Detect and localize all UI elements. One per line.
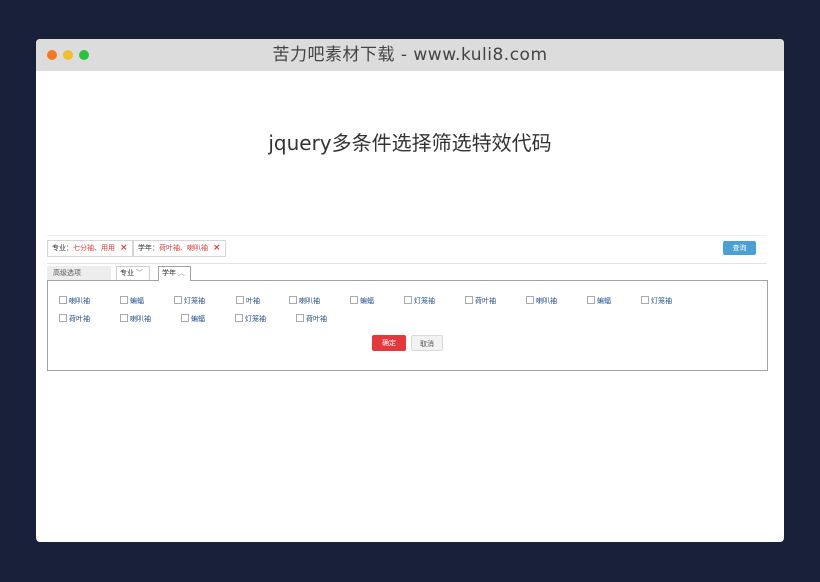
option-checkbox[interactable]: 荷叶袖 xyxy=(465,296,496,305)
option-checkbox[interactable]: 荷叶袖 xyxy=(296,314,327,323)
checkbox-icon[interactable] xyxy=(59,296,67,304)
option-label: 荷叶袖 xyxy=(69,315,90,323)
search-button[interactable]: 查询 xyxy=(723,241,756,255)
option-label: 喇叭袖 xyxy=(536,297,557,305)
option-label: 喇叭袖 xyxy=(69,297,90,305)
filter-chip-major[interactable]: 专业：七分袖、用用 × xyxy=(47,240,133,257)
checkbox-icon[interactable] xyxy=(526,296,534,304)
checkbox-icon[interactable] xyxy=(404,296,412,304)
option-label: 蝙蝠 xyxy=(191,315,205,323)
options-panel: 喇叭袖 蝙蝠 灯笼袖 叶袖 喇叭袖 蝙蝠 灯笼袖 荷叶袖 喇叭袖 蝙蝠 灯笼袖 … xyxy=(47,280,768,371)
page-title: jquery多条件选择筛选特效代码 xyxy=(268,131,552,155)
checkbox-icon[interactable] xyxy=(587,296,595,304)
option-label: 蝙蝠 xyxy=(597,297,611,305)
option-checkbox[interactable]: 喇叭袖 xyxy=(526,296,557,305)
checkbox-icon[interactable] xyxy=(641,296,649,304)
option-label: 喇叭袖 xyxy=(130,315,151,323)
option-checkbox[interactable]: 蝙蝠 xyxy=(120,296,144,305)
option-checkbox[interactable]: 蝙蝠 xyxy=(587,296,611,305)
filter-chip-key: 学年： xyxy=(138,244,159,252)
checkbox-icon[interactable] xyxy=(289,296,297,304)
option-label: 蝙蝠 xyxy=(130,297,144,305)
checkbox-icon[interactable] xyxy=(465,296,473,304)
option-label: 灯笼袖 xyxy=(651,297,672,305)
option-checkbox[interactable]: 灯笼袖 xyxy=(174,296,205,305)
tab-year[interactable]: 学年 ︿ xyxy=(158,266,191,281)
option-label: 荷叶袖 xyxy=(306,315,327,323)
advanced-options-label: 高级选项 xyxy=(47,266,111,280)
option-checkbox[interactable]: 蝙蝠 xyxy=(181,314,205,323)
title-bar: 苦力吧素材下载 - www.kuli8.com xyxy=(36,39,784,71)
filter-chip-key: 专业： xyxy=(52,244,73,252)
filter-tabs: 高级选项 专业 ﹀ 学年 ︿ xyxy=(47,266,767,281)
option-label: 灯笼袖 xyxy=(184,297,205,305)
option-checkbox[interactable]: 灯笼袖 xyxy=(404,296,435,305)
checkbox-icon[interactable] xyxy=(120,296,128,304)
option-checkbox[interactable]: 喇叭袖 xyxy=(289,296,320,305)
cancel-button[interactable]: 取消 xyxy=(411,335,443,351)
chevron-down-icon: ﹀ xyxy=(136,269,143,277)
option-label: 灯笼袖 xyxy=(245,315,266,323)
checkbox-icon[interactable] xyxy=(235,314,243,322)
option-checkbox[interactable]: 灯笼袖 xyxy=(235,314,266,323)
checkbox-icon[interactable] xyxy=(59,314,67,322)
option-checkbox[interactable]: 蝙蝠 xyxy=(350,296,374,305)
checkbox-icon[interactable] xyxy=(350,296,358,304)
selected-filters-bar: 专业：七分袖、用用 × 学年：荷叶袖、喇叭袖 × 查询 xyxy=(47,235,767,264)
option-checkbox[interactable]: 喇叭袖 xyxy=(120,314,151,323)
option-checkbox[interactable]: 叶袖 xyxy=(236,296,260,305)
tab-label: 学年 xyxy=(162,269,176,277)
browser-window: 苦力吧素材下载 - www.kuli8.com jquery多条件选择筛选特效代… xyxy=(36,39,784,542)
remove-filter-icon[interactable]: × xyxy=(213,243,221,253)
checkbox-icon[interactable] xyxy=(120,314,128,322)
tab-label: 专业 xyxy=(120,269,134,277)
filter-chip-year[interactable]: 学年：荷叶袖、喇叭袖 × xyxy=(133,240,226,257)
checkbox-icon[interactable] xyxy=(296,314,304,322)
tab-major[interactable]: 专业 ﹀ xyxy=(116,266,150,280)
chevron-up-icon: ︿ xyxy=(178,269,185,277)
option-label: 灯笼袖 xyxy=(414,297,435,305)
checkbox-icon[interactable] xyxy=(174,296,182,304)
option-label: 荷叶袖 xyxy=(475,297,496,305)
option-label: 喇叭袖 xyxy=(299,297,320,305)
option-label: 蝙蝠 xyxy=(360,297,374,305)
option-label: 叶袖 xyxy=(246,297,260,305)
option-checkbox[interactable]: 灯笼袖 xyxy=(641,296,672,305)
filter-chip-value: 七分袖、用用 xyxy=(73,244,115,252)
option-checkbox[interactable]: 荷叶袖 xyxy=(59,314,90,323)
remove-filter-icon[interactable]: × xyxy=(120,243,128,253)
window-title: 苦力吧素材下载 - www.kuli8.com xyxy=(272,45,548,65)
confirm-button[interactable]: 确定 xyxy=(372,335,406,351)
filter-chip-value: 荷叶袖、喇叭袖 xyxy=(159,244,208,252)
option-checkbox[interactable]: 喇叭袖 xyxy=(59,296,90,305)
checkbox-icon[interactable] xyxy=(181,314,189,322)
checkbox-icon[interactable] xyxy=(236,296,244,304)
